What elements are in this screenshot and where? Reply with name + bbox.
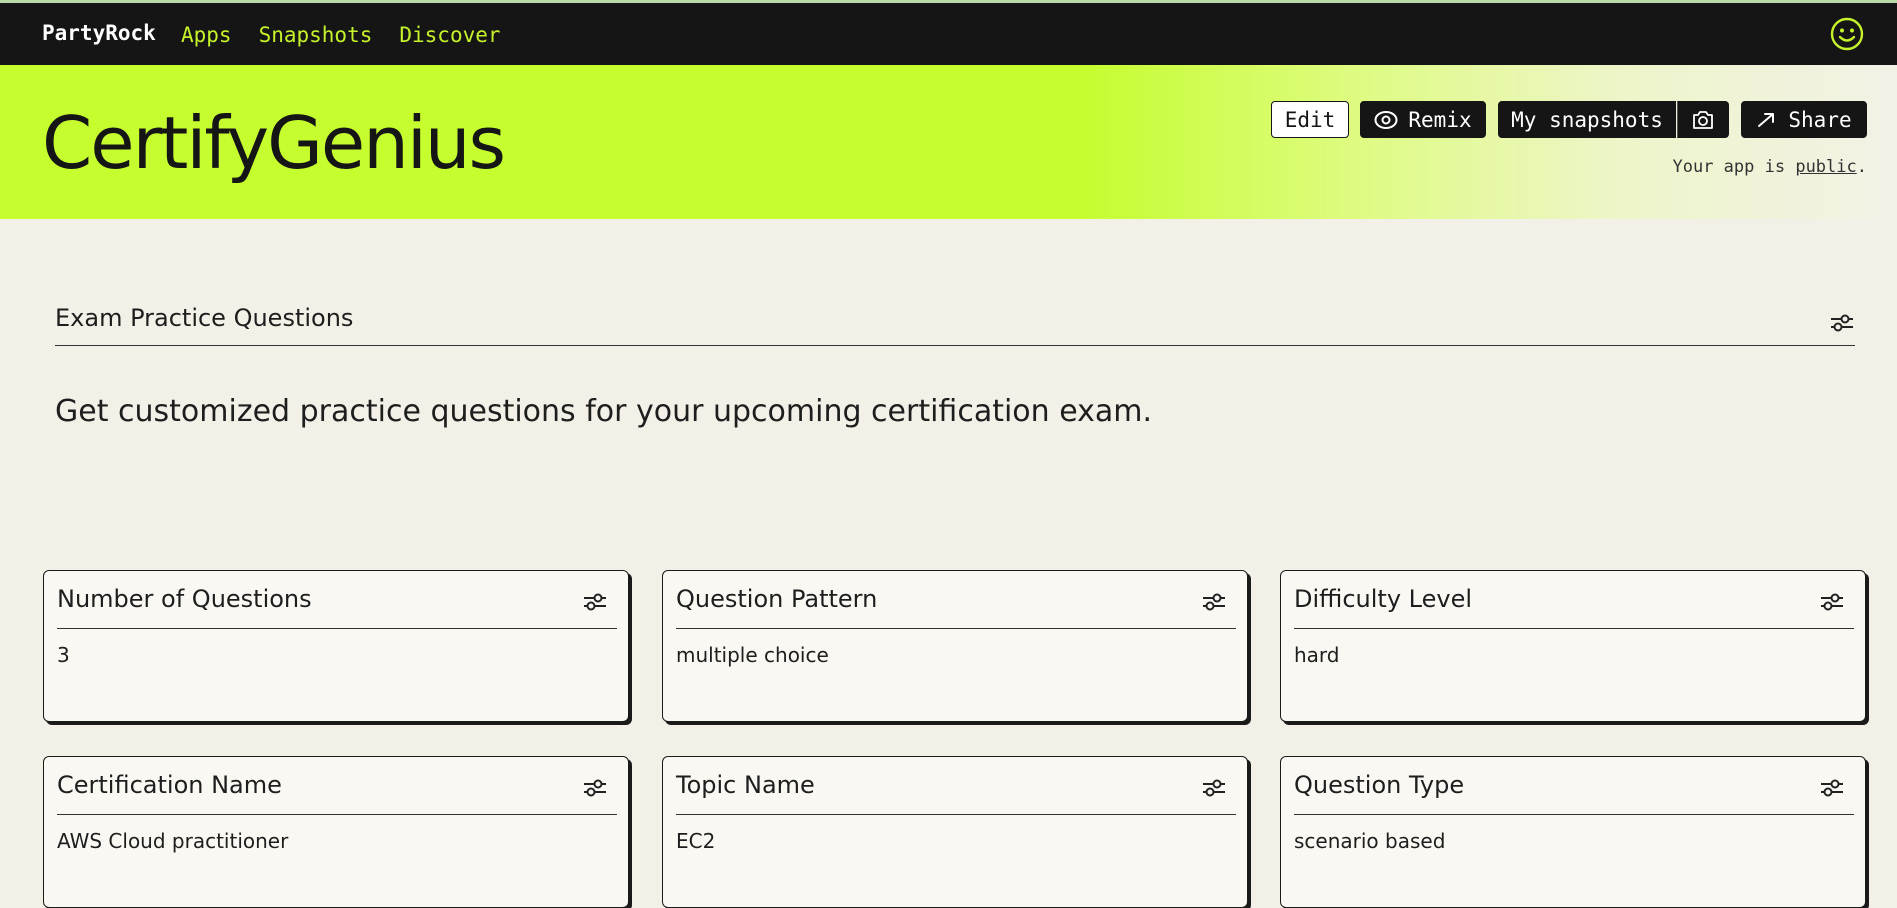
take-snapshot-button[interactable] xyxy=(1677,101,1729,138)
widget-title: Certification Name xyxy=(57,771,617,815)
arrow-right-icon xyxy=(1758,112,1775,127)
visibility-note: Your app is public. xyxy=(1673,157,1868,177)
sliders-icon[interactable] xyxy=(1819,777,1845,799)
widget-input[interactable]: EC2 xyxy=(676,829,1236,853)
app-title: CertifyGenius xyxy=(42,101,506,185)
edit-button[interactable]: Edit xyxy=(1271,101,1349,138)
widget-card: Difficulty Level hard xyxy=(1280,570,1866,722)
widget-card: Question Pattern multiple choice xyxy=(662,570,1248,722)
sliders-icon[interactable] xyxy=(1829,312,1855,334)
eye-icon xyxy=(1374,110,1398,129)
visibility-prefix: Your app is xyxy=(1672,157,1796,177)
remix-button-label: Remix xyxy=(1408,107,1472,132)
widget-input[interactable]: scenario based xyxy=(1294,829,1854,853)
widget-title: Question Pattern xyxy=(676,585,1236,629)
widget-card: Certification Name AWS Cloud practitione… xyxy=(43,756,629,908)
sliders-icon[interactable] xyxy=(1201,591,1227,613)
camera-icon xyxy=(1693,110,1713,129)
widget-input[interactable]: hard xyxy=(1294,643,1854,667)
widget-input[interactable]: 3 xyxy=(57,643,617,667)
sliders-icon[interactable] xyxy=(1201,777,1227,799)
brand-logo[interactable]: PartyRock xyxy=(42,21,156,45)
widget-input[interactable]: multiple choice xyxy=(676,643,1236,667)
sliders-icon[interactable] xyxy=(582,591,608,613)
remix-button[interactable]: Remix xyxy=(1360,101,1486,138)
widget-card: Topic Name EC2 xyxy=(662,756,1248,908)
nav-link-snapshots[interactable]: Snapshots xyxy=(259,23,373,47)
smiley-face-icon[interactable] xyxy=(1830,17,1864,51)
top-navbar: PartyRock Apps Snapshots Discover xyxy=(0,3,1897,65)
visibility-suffix: . xyxy=(1856,157,1867,177)
widget-title: Difficulty Level xyxy=(1294,585,1854,629)
widget-title: Question Type xyxy=(1294,771,1854,815)
nav-link-discover[interactable]: Discover xyxy=(399,23,500,47)
app-section: Exam Practice Questions Get customized p… xyxy=(55,294,1855,429)
my-snapshots-label: My snapshots xyxy=(1511,107,1663,132)
widget-title: Topic Name xyxy=(676,771,1236,815)
sliders-icon[interactable] xyxy=(1819,591,1845,613)
widget-title: Number of Questions xyxy=(57,585,617,629)
sliders-icon[interactable] xyxy=(582,777,608,799)
app-header: CertifyGenius Edit Remix My snapshots Sh… xyxy=(0,65,1897,219)
share-button[interactable]: Share xyxy=(1741,101,1867,138)
share-button-label: Share xyxy=(1788,107,1852,132)
section-title: Exam Practice Questions xyxy=(55,294,1855,346)
nav-link-apps[interactable]: Apps xyxy=(181,23,232,47)
edit-button-label: Edit xyxy=(1284,107,1336,132)
visibility-link[interactable]: public xyxy=(1795,157,1856,177)
section-description: Get customized practice questions for yo… xyxy=(55,394,1153,429)
my-snapshots-button[interactable]: My snapshots xyxy=(1498,101,1676,138)
widget-card: Question Type scenario based xyxy=(1280,756,1866,908)
nav-links: Apps Snapshots Discover xyxy=(181,23,501,47)
widget-card: Number of Questions 3 xyxy=(43,570,629,722)
widget-input[interactable]: AWS Cloud practitioner xyxy=(57,829,617,853)
